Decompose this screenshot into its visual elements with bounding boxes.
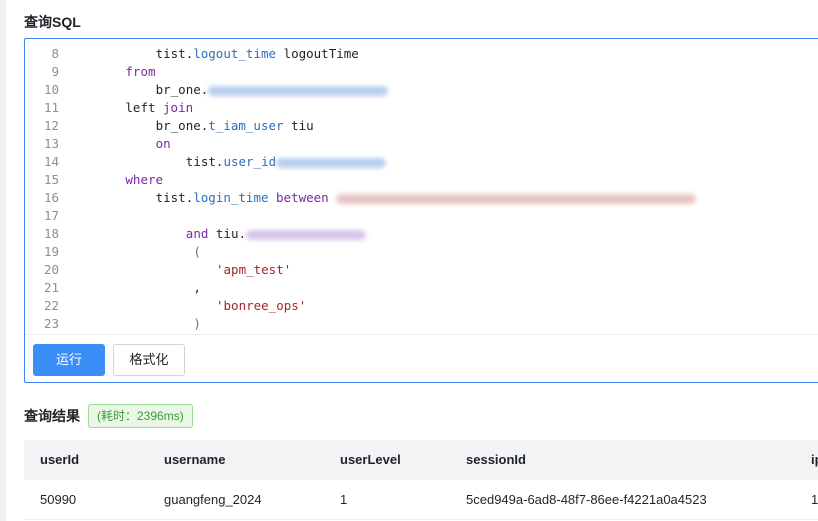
sql-token: logoutTime	[276, 46, 359, 61]
column-header-username[interactable]: username	[164, 440, 225, 480]
code-line: 8 tist.logout_time logoutTime	[25, 45, 359, 63]
code-text: )	[193, 315, 201, 333]
redacted-text	[208, 85, 389, 96]
sql-token: )	[193, 316, 201, 331]
line-number: 13	[43, 136, 59, 151]
code-text: ,	[193, 279, 201, 297]
code-text: where	[125, 171, 163, 189]
code-line: 22 'bonree_ops'	[25, 297, 306, 315]
sql-token: tist.	[155, 46, 194, 61]
code-line: 20 'apm_test'	[25, 261, 291, 279]
sql-token: br_one.	[155, 82, 209, 97]
sql-token: tiu	[283, 118, 314, 133]
sql-token: (	[193, 244, 201, 259]
code-line: 13 on	[25, 135, 171, 153]
line-number: 17	[43, 208, 59, 223]
sql-token: br_one.	[155, 118, 209, 133]
table-header: userId username userLevel sessionId ip	[24, 440, 818, 480]
code-line: 15 where	[25, 171, 163, 189]
sql-keyword: between	[276, 190, 329, 205]
cell-ip: 1	[811, 492, 818, 507]
sql-keyword: join	[163, 100, 194, 115]
sql-code-editor[interactable]: 8 tist.logout_time logoutTime 9 from 10 br_on…	[25, 39, 818, 335]
sql-token: tist.	[185, 154, 224, 169]
sql-token: ,	[193, 280, 201, 295]
cell-sessionid: 5ced949a-6ad8-48f7-86ee-f4221a0a4523	[466, 492, 707, 507]
line-number: 21	[43, 280, 59, 295]
line-number: 14	[43, 154, 59, 169]
code-line: 16 tist.login_time between	[25, 189, 697, 207]
sql-token: tiu.	[208, 226, 247, 241]
code-text: (	[193, 243, 201, 261]
line-number: 9	[51, 64, 59, 79]
left-edge-panel	[0, 0, 6, 521]
cell-userid: 50990	[40, 492, 77, 507]
cell-username: guangfeng_2024	[164, 492, 262, 507]
code-line: 12 br_one.t_iam_user tiu	[25, 117, 314, 135]
code-text: 'bonree_ops'	[216, 297, 306, 315]
sql-token: tist.	[155, 190, 194, 205]
code-text: on	[156, 135, 171, 153]
sql-string: 'bonree_ops'	[216, 298, 307, 313]
cell-userlevel: 1	[340, 492, 348, 507]
code-line: 11 left join	[25, 99, 193, 117]
code-text: and tiu.	[185, 225, 367, 243]
code-line: 23)	[25, 315, 201, 333]
code-line: 17	[25, 207, 65, 225]
code-text: br_one.	[156, 81, 389, 99]
line-number: 15	[43, 172, 59, 187]
column-header-userlevel[interactable]: userLevel	[340, 440, 401, 480]
column-header-userid[interactable]: userId	[40, 440, 79, 480]
code-line: 21,	[25, 279, 201, 297]
sql-section-title: 查询SQL	[24, 14, 81, 30]
code-text: tist.logout_time logoutTime	[156, 45, 359, 63]
line-number: 22	[43, 298, 59, 313]
sql-keyword: on	[155, 136, 171, 151]
line-number: 11	[43, 100, 59, 115]
result-section-title: 查询结果	[24, 408, 80, 424]
sql-token: left	[125, 100, 164, 115]
redacted-text	[276, 157, 387, 168]
code-line: 14 tist.user_id	[25, 153, 387, 171]
code-text: from	[125, 63, 155, 81]
code-text: tist.user_id	[185, 153, 387, 171]
line-number: 10	[43, 82, 59, 97]
line-number: 19	[43, 244, 59, 259]
column-header-sessionid[interactable]: sessionId	[466, 440, 526, 480]
line-number: 16	[43, 190, 59, 205]
code-line: 9 from	[25, 63, 155, 81]
redacted-text	[336, 193, 697, 204]
sql-identifier: login_time	[193, 190, 269, 205]
code-text: 'apm_test'	[216, 261, 291, 279]
sql-identifier: t_iam_user	[208, 118, 284, 133]
code-line: 19 (	[25, 243, 201, 261]
sql-keyword: where	[125, 172, 164, 187]
elapsed-time-badge: (耗时：2396ms)	[88, 404, 193, 428]
column-header-ip[interactable]: ip	[811, 440, 818, 480]
line-number: 20	[43, 262, 59, 277]
sql-keyword: and	[185, 226, 209, 241]
sql-identifier: user_id	[223, 154, 277, 169]
sql-identifier: logout_time	[193, 46, 277, 61]
line-number: 18	[43, 226, 59, 241]
line-number: 8	[51, 46, 59, 61]
result-header: 查询结果 (耗时：2396ms)	[24, 404, 193, 428]
sql-string: 'apm_test'	[216, 262, 292, 277]
line-number: 23	[43, 316, 59, 331]
redacted-text	[246, 229, 367, 240]
code-text: tist.login_time between	[156, 189, 697, 207]
sql-editor-card: 8 tist.logout_time logoutTime 9 from 10 br_on…	[24, 38, 818, 383]
run-button[interactable]: 运行	[33, 344, 105, 376]
table-row[interactable]: 50990 guangfeng_2024 1 5ced949a-6ad8-48f…	[24, 480, 818, 520]
line-number: 12	[43, 118, 59, 133]
code-line: 18 and tiu.	[25, 225, 367, 243]
format-button[interactable]: 格式化	[113, 344, 185, 376]
code-line: 10 br_one.	[25, 81, 389, 99]
sql-keyword: from	[125, 64, 156, 79]
code-text: br_one.t_iam_user tiu	[156, 117, 314, 135]
code-text: left join	[125, 99, 193, 117]
